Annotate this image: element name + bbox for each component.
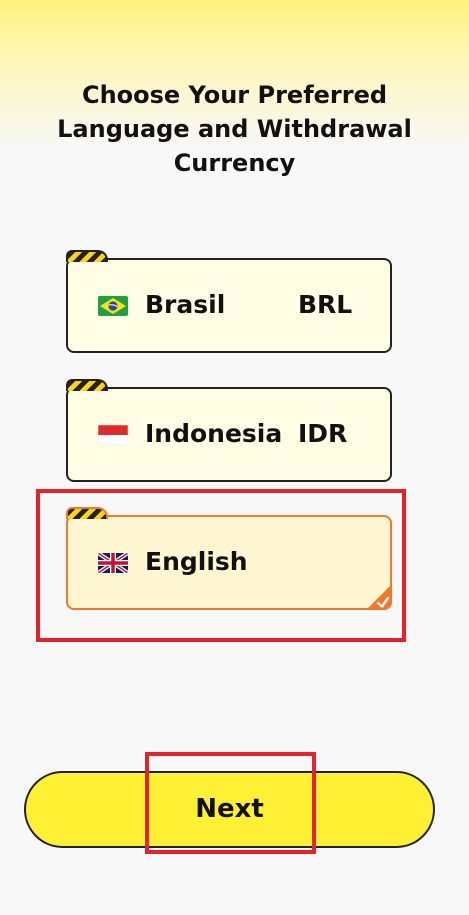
option-currency-idr: IDR: [298, 419, 348, 448]
uk-flag-icon: [98, 553, 128, 573]
option-currency-brl: BRL: [298, 290, 353, 319]
option-name-english: English: [145, 547, 248, 576]
next-button[interactable]: Next: [24, 771, 435, 848]
indonesia-flag-icon: [98, 425, 128, 445]
brazil-flag-icon: [98, 296, 128, 316]
selected-check-icon: [366, 584, 392, 610]
language-option-indonesia[interactable]: Indonesia IDR: [66, 379, 392, 482]
folder-tab-stripes: [66, 507, 108, 519]
language-option-brasil[interactable]: Brasil BRL: [66, 250, 392, 353]
option-name-brasil: Brasil: [145, 290, 226, 319]
option-name-indonesia: Indonesia: [145, 419, 283, 448]
page-title: Choose Your Preferred Language and Withd…: [57, 81, 412, 177]
folder-tab-stripes: [66, 250, 108, 262]
folder-tab-stripes: [66, 379, 108, 391]
language-option-english[interactable]: English: [66, 507, 392, 610]
